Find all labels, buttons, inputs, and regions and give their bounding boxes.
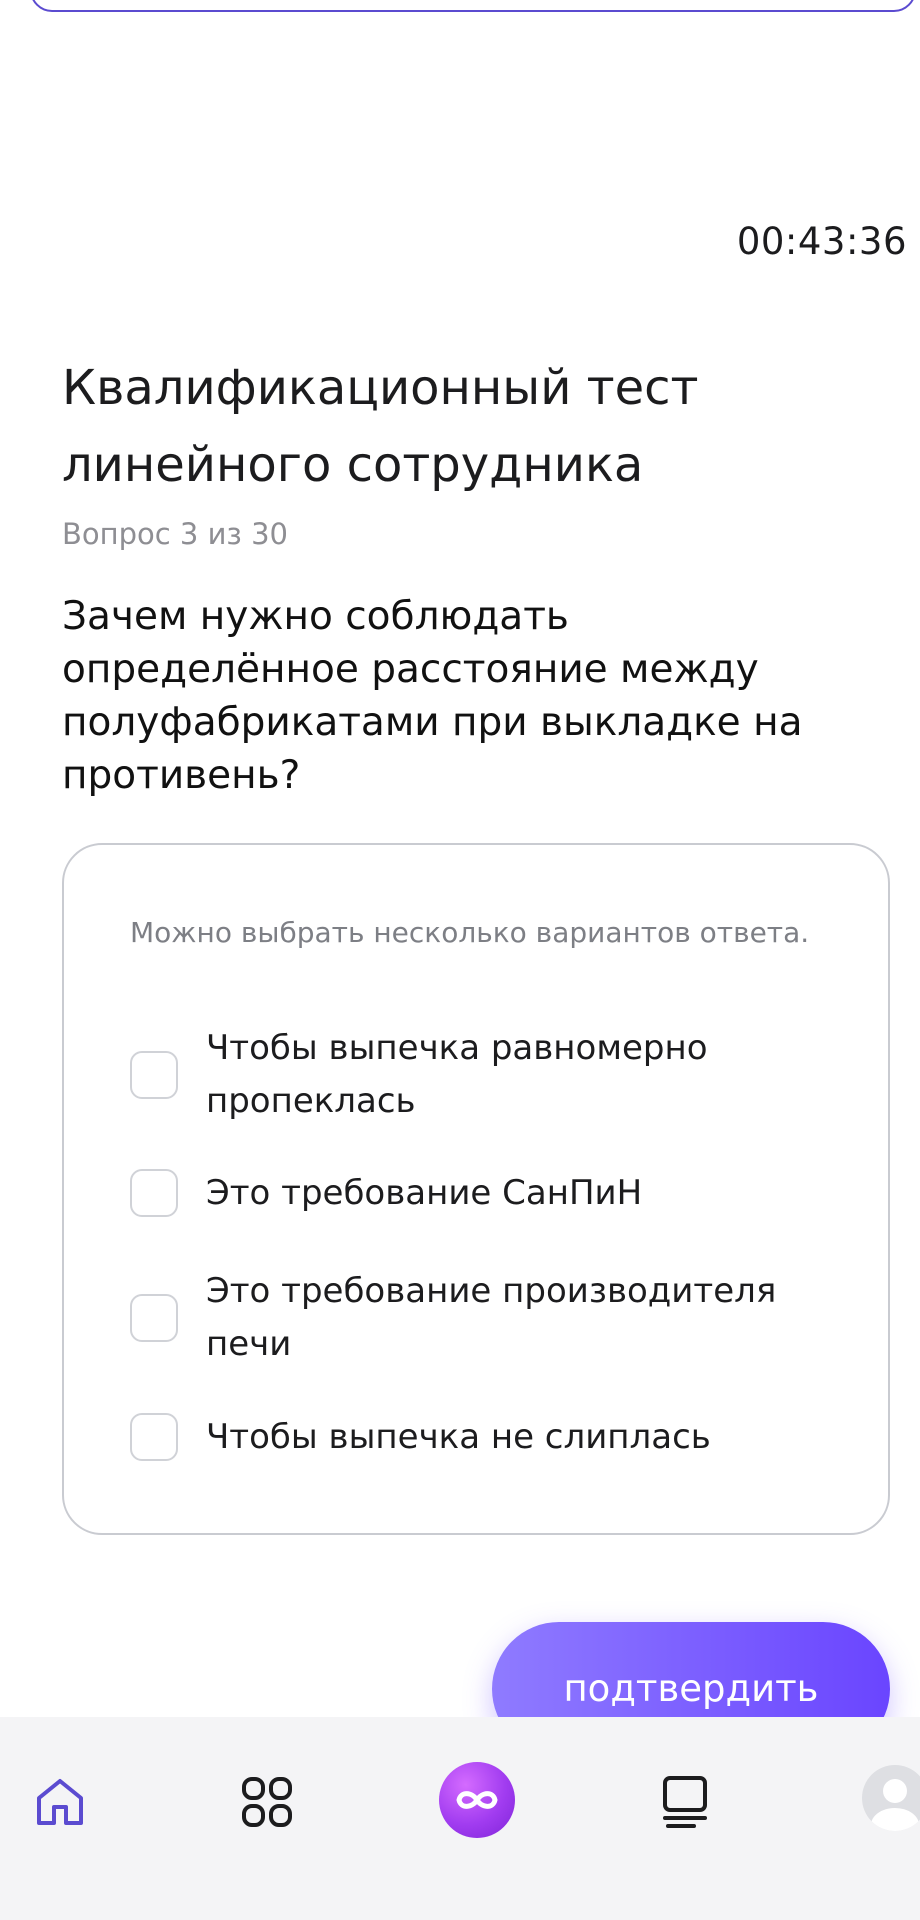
answer-option-2[interactable]: Это требование СанПиН	[130, 1167, 830, 1220]
question-text: Зачем нужно соблюдать определённое расст…	[62, 594, 803, 798]
answer-option-3[interactable]: Это требование производителя печи	[130, 1265, 830, 1371]
test-title: Квалификационный тест линейного сотрудни…	[62, 360, 699, 493]
answer-option-4[interactable]: Чтобы выпечка не слиплась	[130, 1411, 830, 1464]
answer-checkbox[interactable]	[130, 1413, 178, 1461]
answer-label: Это требование производителя печи	[206, 1271, 777, 1364]
answer-checkbox[interactable]	[130, 1169, 178, 1217]
previous-card-edge	[30, 0, 916, 12]
nav-profile[interactable]	[862, 1765, 920, 1831]
home-icon	[37, 1779, 83, 1825]
quiz-timer: 00:43:36	[736, 220, 907, 263]
nav-home[interactable]	[30, 1772, 90, 1832]
answer-label: Чтобы выпечка равномерно пропеклась	[206, 1028, 708, 1121]
nav-courses[interactable]	[655, 1772, 715, 1832]
answer-checkbox[interactable]	[130, 1051, 178, 1099]
answers-hint: Можно выбрать несколько вариантов ответа…	[130, 916, 810, 949]
nav-catalog[interactable]	[237, 1772, 297, 1832]
avatar-icon	[871, 1779, 919, 1831]
answer-label: Это требование СанПиН	[206, 1173, 643, 1213]
infinity-icon	[456, 1791, 498, 1809]
bottom-navigation	[0, 1717, 920, 1920]
answer-checkbox[interactable]	[130, 1294, 178, 1342]
nav-main[interactable]	[439, 1762, 515, 1838]
answers-card: Можно выбрать несколько вариантов ответа…	[62, 843, 890, 1535]
question-progress: Вопрос 3 из 30	[62, 517, 288, 551]
courses-icon	[663, 1776, 707, 1828]
grid-icon	[242, 1777, 292, 1827]
answer-option-1[interactable]: Чтобы выпечка равномерно пропеклась	[130, 1022, 830, 1128]
answer-label: Чтобы выпечка не слиплась	[206, 1417, 711, 1457]
